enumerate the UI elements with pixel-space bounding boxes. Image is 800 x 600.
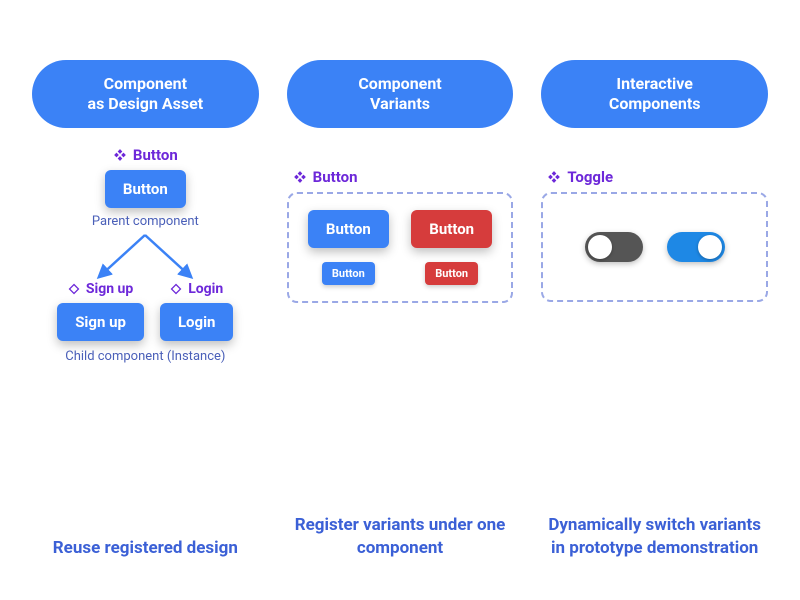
variant-red-small[interactable]: Button [425,262,478,285]
variants-frame: Button Button Button Button [287,192,514,303]
variant-red-large[interactable]: Button [411,210,492,248]
column-interactive: Interactive Components Toggle D [541,60,768,560]
children-note: Child component (Instance) [65,349,225,364]
instance-label-text: Sign up [86,281,133,297]
columns-container: Component as Design Asset Button Button … [32,60,768,560]
toggle-on[interactable] [667,232,725,262]
column-caption: Register variants under one component [287,514,514,560]
parent-button[interactable]: Button [105,170,186,208]
instance-label-text: Login [188,281,223,297]
column-caption: Dynamically switch variants in prototype… [541,514,768,560]
stage-interactive: Toggle [541,146,768,504]
toggle-frame [541,192,768,302]
parent-note: Parent component [92,214,199,229]
children-row: Sign up Sign up Login Login [32,281,259,341]
parent-component-block: Button Button Parent component [92,146,199,229]
toggle-off[interactable] [585,232,643,262]
column-caption: Reuse registered design [49,537,242,560]
variant-blue-small[interactable]: Button [322,262,375,285]
component-label: Button [113,146,178,164]
component-label-text: Button [133,146,178,164]
variants-grid: Button Button Button Button [307,210,494,285]
instance-icon [170,283,182,295]
child-signup: Sign up Sign up [57,281,144,341]
variant-blue-large[interactable]: Button [308,210,389,248]
login-button[interactable]: Login [160,303,234,341]
component-label-text: Toggle [567,168,613,186]
toggle-knob [698,235,722,259]
instance-icon [68,283,80,295]
stage-design-asset: Button Button Parent component [32,146,259,527]
column-variants: Component Variants Button Button Button … [287,60,514,560]
column-design-asset: Component as Design Asset Button Button … [32,60,259,560]
component-label: Button [293,168,358,186]
toggles-row [561,210,748,284]
stage-variants: Button Button Button Button Button [287,146,514,504]
child-login: Login Login [160,281,234,341]
inheritance-arrows [75,231,215,281]
signup-button[interactable]: Sign up [57,303,144,341]
toggle-knob [588,235,612,259]
header-pill: Component as Design Asset [32,60,259,128]
component-icon [547,170,561,184]
component-label: Toggle [547,168,613,186]
component-icon [293,170,307,184]
header-pill: Component Variants [287,60,514,128]
header-pill: Interactive Components [541,60,768,128]
component-icon [113,148,127,162]
component-label-text: Button [313,168,358,186]
instance-label: Login [170,281,223,297]
instance-label: Sign up [68,281,133,297]
